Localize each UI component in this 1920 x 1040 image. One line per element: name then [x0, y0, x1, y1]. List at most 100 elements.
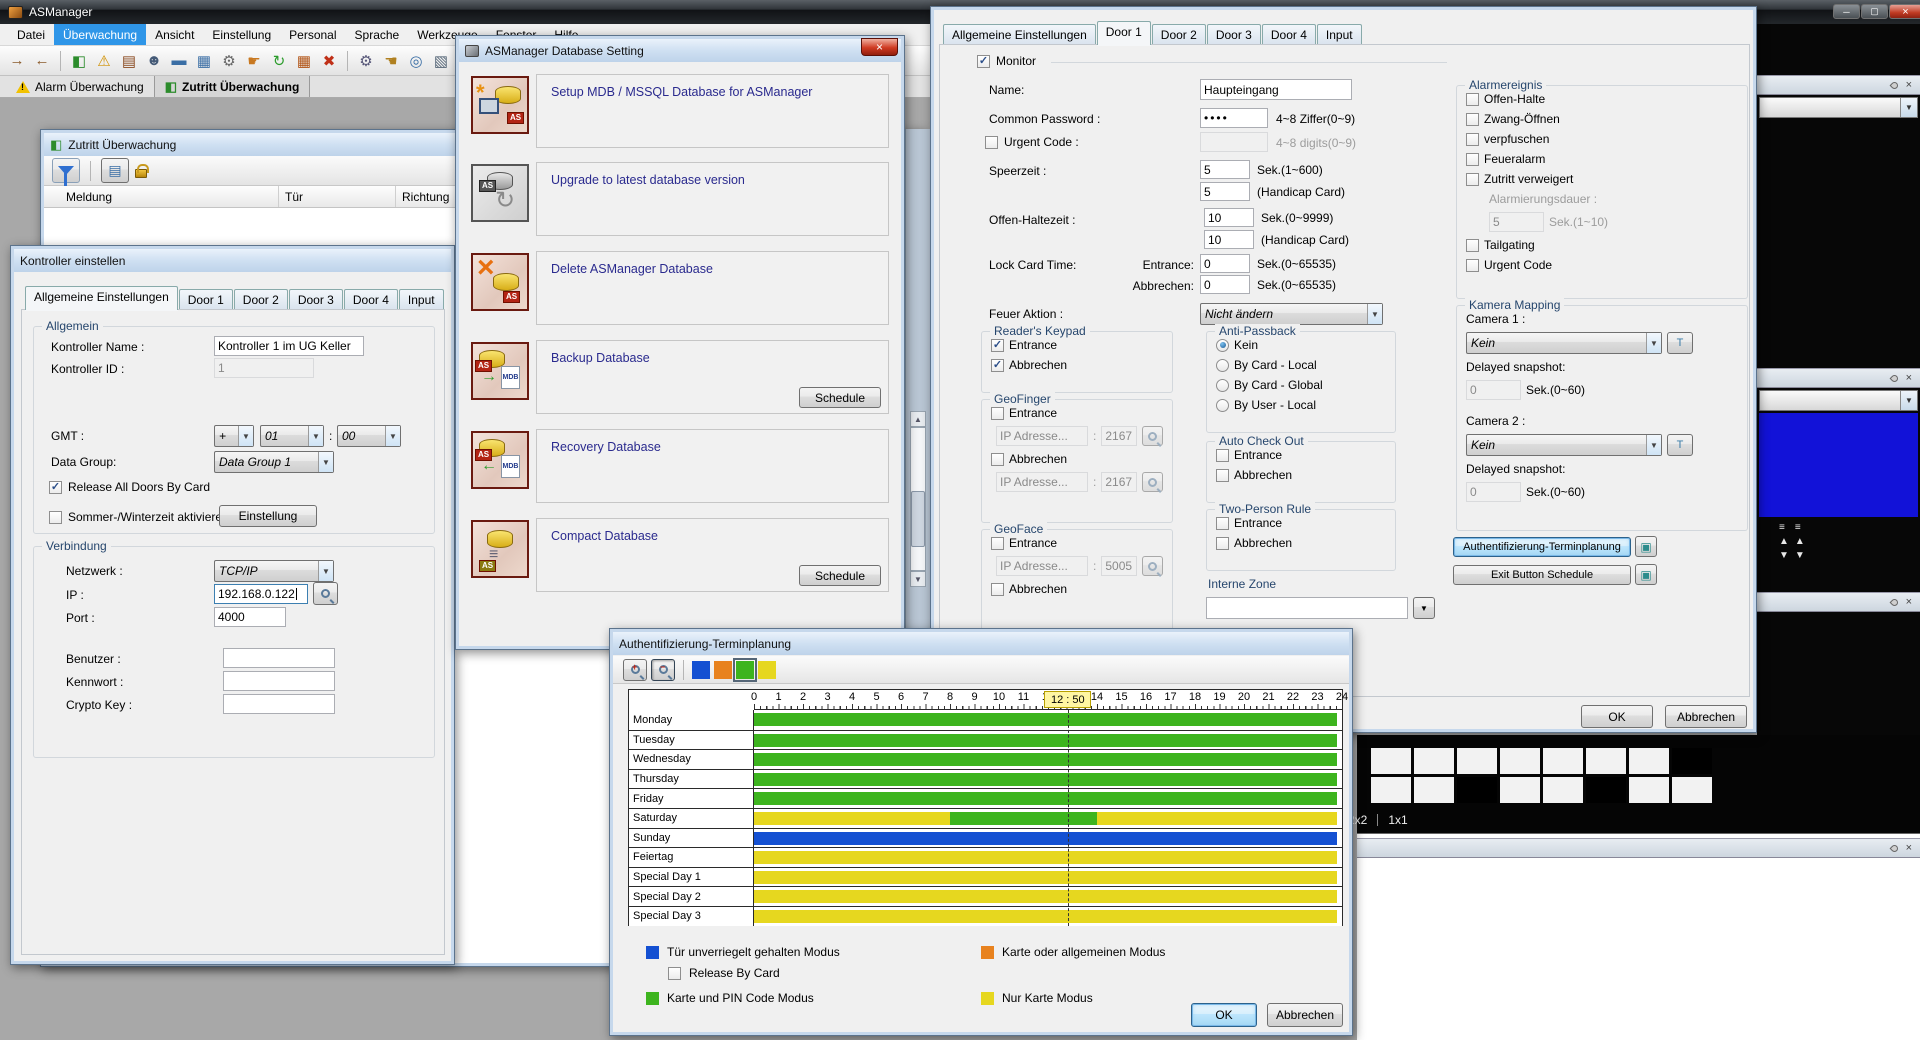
dialog-close-button[interactable]: ×	[861, 38, 898, 56]
schedule-row-bars[interactable]	[754, 848, 1342, 867]
schedule-row-bars[interactable]	[754, 770, 1342, 789]
compact-schedule-button[interactable]: Schedule	[799, 565, 881, 586]
database-item-panel[interactable]: Recovery Database	[536, 429, 889, 503]
schedule-row-monday[interactable]: Monday	[629, 710, 1342, 730]
lock-entrance-input[interactable]: 0	[1200, 254, 1250, 273]
schedule-row-bars[interactable]	[754, 887, 1342, 906]
netzwerk-select[interactable]: TCP/IP▼	[214, 560, 334, 582]
gmt-hour-select[interactable]: 01▼	[260, 425, 324, 447]
column-header-meldung[interactable]: Meldung	[44, 186, 279, 207]
camera2-select[interactable]: Kein▼	[1466, 434, 1662, 456]
feuer-aktion-select[interactable]: Nicht ändern▼	[1200, 303, 1383, 325]
acknowledge-button[interactable]: ▤	[101, 158, 129, 183]
kontroller-tab-door-4[interactable]: Door 4	[344, 289, 398, 310]
schedule-row-special-day-2[interactable]: Special Day 2	[629, 886, 1342, 906]
schedule-row-bars[interactable]	[754, 868, 1342, 887]
close-icon[interactable]: ×	[1906, 373, 1912, 384]
camera-tile[interactable]	[1457, 777, 1497, 803]
recovery-db-icon[interactable]: AS ← MDB	[471, 431, 529, 489]
sync-icon[interactable]: ↻	[268, 50, 290, 72]
close-icon[interactable]: ×	[1906, 80, 1912, 91]
camera2-snapshot-button[interactable]: T	[1667, 434, 1693, 456]
door-exit-icon[interactable]: →	[6, 50, 28, 72]
kontroller-tab-door-1[interactable]: Door 1	[179, 289, 233, 310]
backup-schedule-button[interactable]: Schedule	[799, 387, 881, 408]
radio-kein[interactable]	[1216, 339, 1229, 352]
settings-gear-icon[interactable]: ⚙	[355, 50, 377, 72]
database-item-panel[interactable]: Setup MDB / MSSQL Database for ASManager	[536, 74, 889, 148]
offen-halte-checkbox[interactable]	[1466, 93, 1479, 106]
release-all-doors-checkbox[interactable]	[49, 481, 62, 494]
camera-select-combobox-2[interactable]: ▼	[1759, 390, 1918, 411]
einstellung-button[interactable]: Einstellung	[219, 505, 317, 527]
radio-by-card-global[interactable]	[1216, 379, 1229, 392]
monitor-checkbox[interactable]	[977, 55, 990, 68]
urgent-code-checkbox[interactable]	[1466, 259, 1479, 272]
interne-zone-dropdown-button[interactable]: ▼	[1413, 597, 1435, 619]
mode-door-released-swatch-button[interactable]	[692, 661, 710, 679]
schedule-segment-card_only[interactable]	[754, 910, 1337, 923]
camera1-select[interactable]: Kein▼	[1466, 332, 1662, 354]
hand-enroll-icon[interactable]: ☛	[243, 50, 265, 72]
schedule-row-bars[interactable]	[754, 907, 1342, 926]
camera-tile[interactable]	[1371, 777, 1411, 803]
kontroller-title-bar[interactable]: Kontroller einstellen	[14, 249, 451, 272]
scroll-down-icon[interactable]: ▼	[1779, 550, 1789, 561]
schedule-row-bars[interactable]	[754, 731, 1342, 750]
camera-tile[interactable]	[1672, 777, 1712, 803]
chevron-down-icon[interactable]: ▼	[1900, 391, 1917, 410]
pin-icon[interactable]	[1889, 80, 1899, 90]
upgrade-db-icon[interactable]: AS ↻	[471, 164, 529, 222]
schedule-row-bars[interactable]	[754, 710, 1342, 730]
schedule-segment-card_pin[interactable]	[754, 773, 1337, 786]
door-tab-door-4[interactable]: Door 4	[1262, 24, 1316, 45]
camera-tile[interactable]	[1543, 748, 1583, 774]
chevron-down-icon[interactable]: ▼	[1900, 98, 1917, 117]
door-tab-input[interactable]: Input	[1317, 24, 1362, 45]
zoom-out-button[interactable]: −	[651, 659, 675, 681]
setup-db-icon[interactable]: * AS	[471, 76, 529, 134]
release-by-card-checkbox[interactable]	[668, 967, 681, 980]
camera-tile[interactable]	[1672, 748, 1712, 774]
offen-input[interactable]: 10	[1204, 208, 1254, 227]
schedule-row-bars[interactable]	[754, 789, 1342, 808]
auth-terminplanung-button[interactable]: Authentifizierung-Terminplanung	[1453, 537, 1631, 557]
gmt-minute-select[interactable]: 00▼	[337, 425, 401, 447]
verpfuschen-checkbox[interactable]	[1466, 133, 1479, 146]
kontroller-tab-door-2[interactable]: Door 2	[234, 289, 288, 310]
pin-icon[interactable]	[1889, 597, 1899, 607]
twoperson-entrance-checkbox[interactable]	[1216, 517, 1229, 530]
schedule-row-bars[interactable]	[754, 829, 1342, 848]
schedule-segment-card_pin[interactable]	[754, 753, 1337, 766]
person-info-icon[interactable]: ☻	[143, 50, 165, 72]
schedule-row-bars[interactable]	[754, 809, 1342, 828]
camera-tile[interactable]	[1629, 777, 1669, 803]
menu-sprache[interactable]: Sprache	[346, 24, 409, 45]
maximize-button[interactable]: ▢	[1861, 4, 1888, 19]
column-header-tuer[interactable]: Tür	[279, 186, 396, 207]
kontroller-tab-input[interactable]: Input	[399, 289, 444, 310]
schedule-cancel-button[interactable]: Abbrechen	[1267, 1003, 1343, 1027]
autocheckout-entrance-checkbox[interactable]	[1216, 449, 1229, 462]
auth-terminplanung-icon-button[interactable]: ▣	[1635, 536, 1657, 557]
schedule-ok-button[interactable]: OK	[1191, 1003, 1257, 1027]
readers-entrance-checkbox[interactable]	[991, 339, 1004, 352]
card-search-icon[interactable]: ▬	[168, 50, 190, 72]
door-tab-door-3[interactable]: Door 3	[1207, 24, 1261, 45]
scroll-down-icon[interactable]: ▼	[1795, 550, 1805, 561]
schedule-row-feiertag[interactable]: Feiertag	[629, 847, 1342, 867]
camera-tile[interactable]	[1500, 748, 1540, 774]
kennwort-input[interactable]	[223, 671, 335, 691]
camera-tile[interactable]	[1586, 777, 1626, 803]
schedule-row-friday[interactable]: Friday	[629, 788, 1342, 808]
minimize-button[interactable]: ─	[1833, 4, 1860, 19]
menu-berwachung[interactable]: Überwachung	[54, 24, 146, 45]
pin-icon[interactable]	[1889, 843, 1899, 853]
schedule-segment-card_only[interactable]	[754, 851, 1337, 864]
tab-zutritt-ueberwachung[interactable]: ◧ Zutritt Überwachung	[155, 76, 311, 97]
camera1-snapshot-button[interactable]: T	[1667, 332, 1693, 354]
schedule-row-sunday[interactable]: Sunday	[629, 828, 1342, 848]
schedule-row-saturday[interactable]: Saturday	[629, 808, 1342, 828]
geofinger-entrance-checkbox[interactable]	[991, 407, 1004, 420]
camera-select-combobox-1[interactable]: ▼	[1759, 97, 1918, 118]
